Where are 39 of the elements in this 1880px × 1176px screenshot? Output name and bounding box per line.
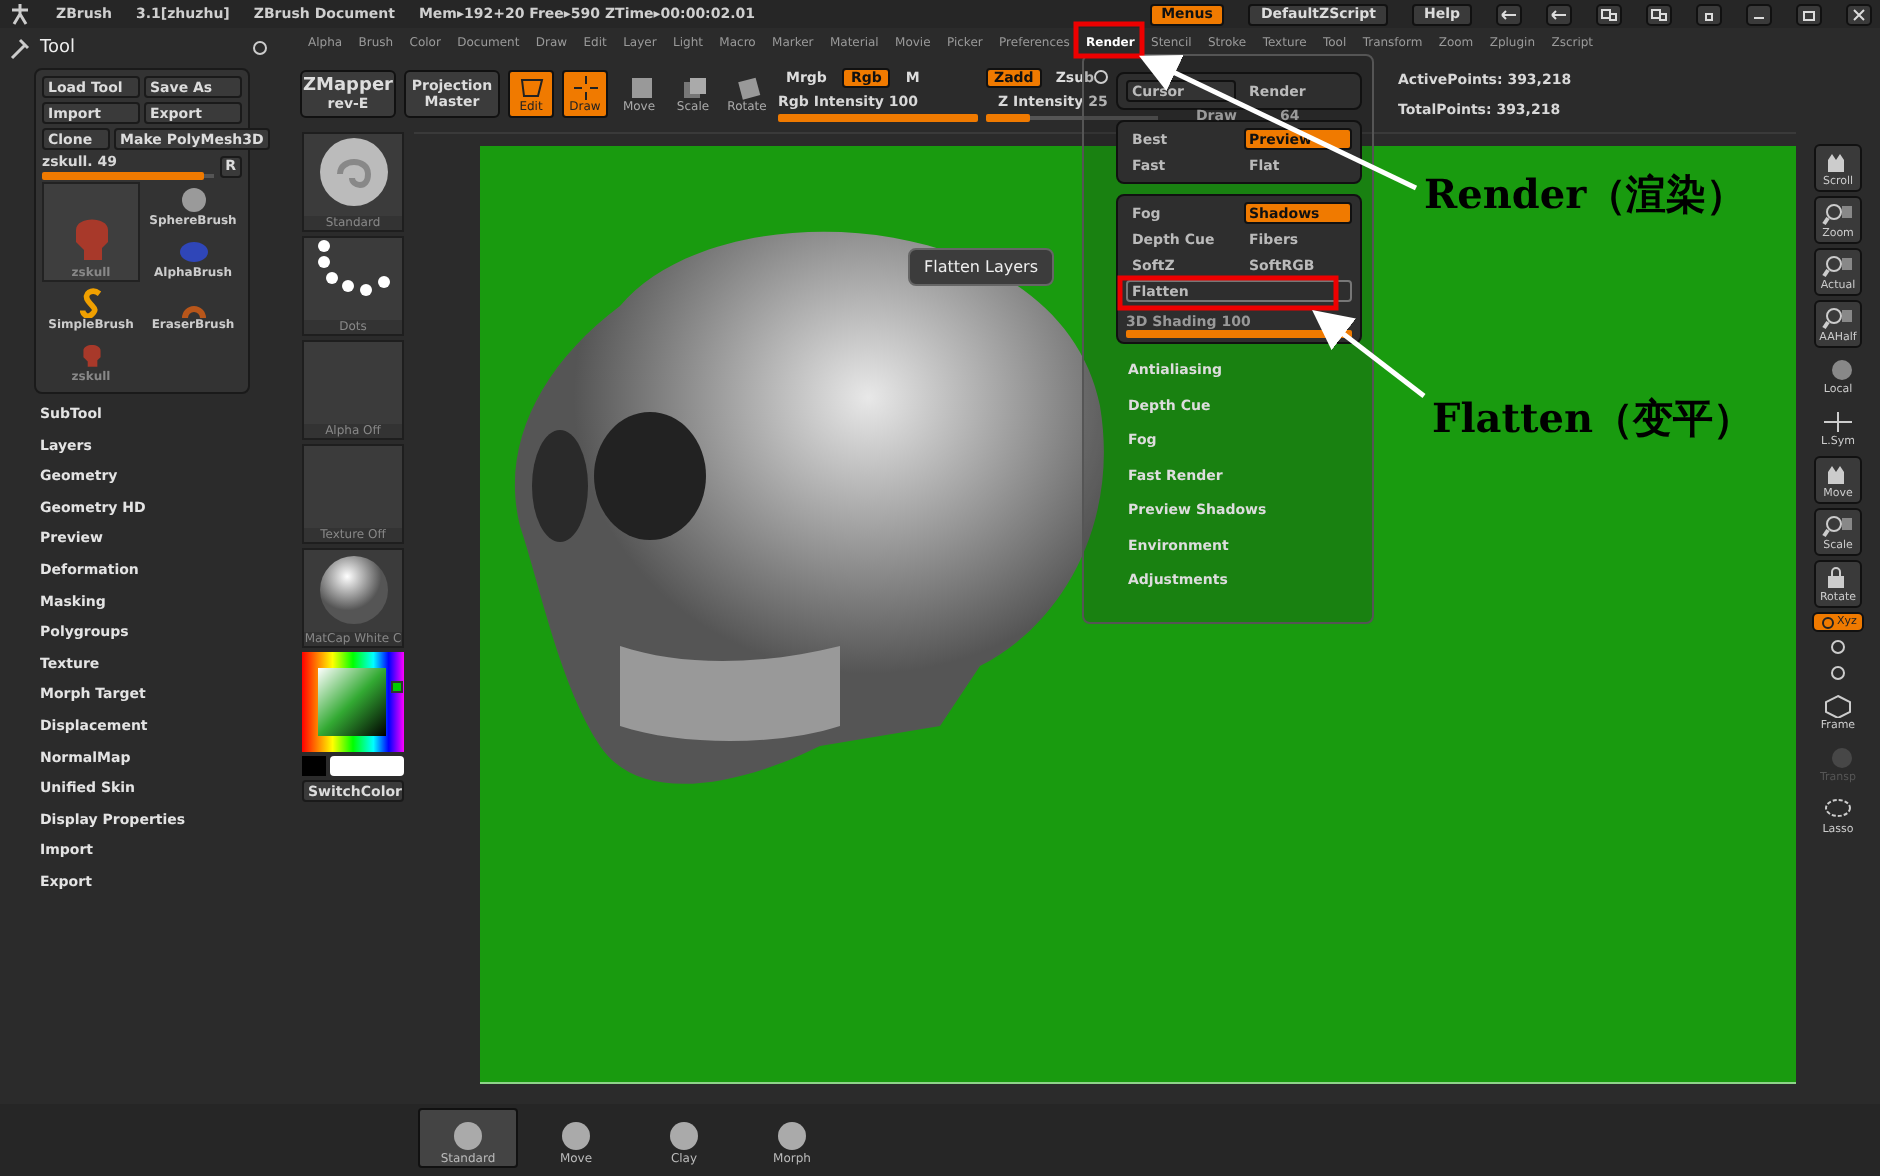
primary-color-swatch[interactable]	[330, 756, 404, 776]
crosshair-icon	[571, 76, 599, 100]
layout-icon[interactable]	[1596, 3, 1622, 25]
dots-icon	[313, 238, 393, 302]
close-icon[interactable]	[1846, 3, 1872, 25]
symmetry-icon	[1822, 409, 1854, 433]
magnifier-icon	[1822, 513, 1854, 537]
panel-title: Tool	[40, 38, 75, 58]
figure-logo-icon	[8, 2, 32, 26]
pointer-arrow	[1312, 309, 1426, 398]
restore-icon[interactable]	[1796, 3, 1822, 25]
annotation-label: Flatten（变平）	[1432, 392, 1753, 446]
sphere-icon	[774, 1120, 810, 1152]
color-picker[interactable]	[302, 652, 404, 752]
cube-icon	[733, 76, 761, 100]
magnifier-icon	[1822, 201, 1854, 225]
crescent-icon	[179, 302, 207, 318]
highlight-frame	[1073, 21, 1145, 59]
cube-icon	[1822, 693, 1854, 717]
s-shape-icon	[79, 288, 103, 318]
lock-icon[interactable]	[1696, 3, 1722, 25]
layout-icon[interactable]	[1646, 3, 1672, 25]
annotation-label: Render（渲染）	[1424, 168, 1747, 222]
scroll-arrow-icon[interactable]	[1496, 3, 1522, 25]
magnifier-icon	[1822, 305, 1854, 329]
sphere-icon	[666, 1120, 702, 1152]
magnifier-icon	[1822, 253, 1854, 277]
sphere-icon	[558, 1120, 594, 1152]
scroll-arrow-icon[interactable]	[1546, 3, 1572, 25]
sphere-icon	[450, 1120, 486, 1152]
minimize-icon[interactable]	[1746, 3, 1772, 25]
tooltip: Flatten Layers	[908, 248, 1055, 286]
sphere-icon	[179, 186, 207, 214]
secondary-color-swatch[interactable]	[302, 756, 326, 776]
swirl-sphere-icon	[315, 134, 391, 210]
lasso-icon	[1822, 797, 1854, 821]
cube-icon	[679, 76, 707, 100]
edit-icon	[517, 76, 545, 100]
capsule-icon	[177, 238, 209, 266]
